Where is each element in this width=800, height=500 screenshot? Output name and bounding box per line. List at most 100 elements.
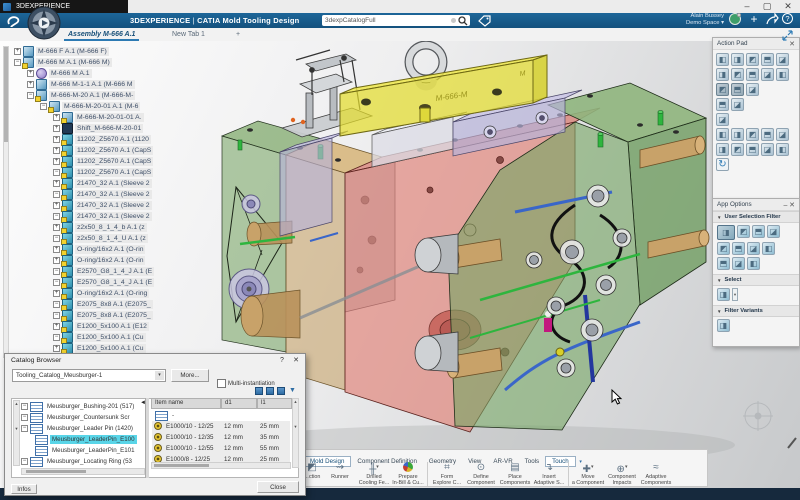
table-up-row[interactable]: - bbox=[155, 410, 176, 421]
table-cell[interactable]: 12 mm bbox=[221, 443, 257, 454]
chevron-down-icon[interactable]: ▾ bbox=[625, 464, 628, 470]
tree-expander-icon[interactable]: + bbox=[53, 158, 60, 165]
tool-icon[interactable]: ◩ bbox=[716, 83, 729, 96]
tree-item[interactable]: −z2x50_8_1_4_U A.1 (z bbox=[53, 233, 148, 244]
filter-icon[interactable]: ◪ bbox=[732, 257, 745, 270]
tree-expander-icon[interactable]: + bbox=[53, 246, 60, 253]
view-details-button[interactable] bbox=[277, 387, 285, 395]
filter-icon[interactable]: ◨ bbox=[717, 319, 730, 332]
tree-item[interactable]: +11202_Z5670 A.1 (CapS bbox=[53, 156, 153, 167]
tree-item-label[interactable]: E2075_8x8 A.1 (E2075_ bbox=[75, 311, 153, 320]
tree-expander-icon[interactable]: + bbox=[53, 125, 60, 132]
tool-icon[interactable]: ⬒ bbox=[716, 98, 729, 111]
tree-item-label[interactable]: M-666 M-1-1 A.1 (M-666 M bbox=[49, 80, 135, 89]
table-scrollbar[interactable]: ▲▼ bbox=[292, 398, 299, 468]
tree-expander-icon[interactable]: − bbox=[21, 414, 28, 421]
tree-item-label[interactable]: E2570_G8_1_4_J A.1 (E bbox=[75, 267, 154, 276]
catalog-item-label[interactable]: Meusburger_Leader Pin (1420) bbox=[45, 424, 135, 433]
filter-icon[interactable]: ▼ bbox=[289, 387, 296, 395]
tool-icon[interactable]: ⬒ bbox=[761, 128, 774, 141]
workspace-name[interactable]: Demo Space ▾ bbox=[660, 20, 724, 27]
tree-item[interactable]: +M-666 F A.1 (M-666 F) bbox=[14, 46, 109, 57]
tool-button[interactable]: ▤PlaceComponents bbox=[498, 461, 532, 486]
tree-item-label[interactable]: 21470_32 A.1 (Sleeve 2 bbox=[75, 190, 152, 199]
tree-item-label[interactable]: 21470_32 A.1 (Sleeve 2 bbox=[75, 201, 152, 210]
tool-icon[interactable]: ⬒ bbox=[731, 83, 744, 96]
tree-expander-icon[interactable]: − bbox=[53, 279, 60, 286]
tree-item[interactable]: +z2x50_8_1_4_b A.1 (z bbox=[53, 222, 147, 233]
tree-item[interactable]: − E2075_8x8 A.1 (E2075_ bbox=[53, 299, 153, 310]
tree-item-label[interactable]: 11202_Z5670 A.1 (CapS bbox=[75, 168, 153, 177]
tree-item-label[interactable]: M-666 M A.1 (M-666 M) bbox=[36, 58, 112, 67]
filter-icon[interactable]: ⬒ bbox=[732, 242, 745, 255]
tool-button[interactable]: ⌗FormExplore C... bbox=[430, 461, 464, 486]
tab-document-1[interactable]: New Tab 1 bbox=[166, 28, 211, 41]
dialog-close-button[interactable]: ✕ bbox=[291, 356, 301, 366]
tree-item[interactable]: +11202_Z5670 A.1 (CapS bbox=[53, 145, 153, 156]
tree-item[interactable]: − E2570_G8_1_4_J A.1 (E bbox=[53, 266, 154, 277]
search-icon[interactable] bbox=[458, 16, 468, 26]
tool-icon[interactable]: ◪ bbox=[761, 143, 774, 156]
tree-item[interactable]: − 11202_Z5670 A.1 (CapS bbox=[53, 167, 153, 178]
add-content-button[interactable]: + bbox=[747, 12, 761, 26]
catalog-item-label[interactable]: Meusburger_Bushing-201 (517) bbox=[45, 402, 136, 411]
more-button[interactable]: More... bbox=[171, 369, 209, 382]
tree-item-label[interactable]: E1200_5x100 A.1 (Cu bbox=[75, 344, 146, 353]
tool-icon[interactable]: ◨ bbox=[716, 68, 729, 81]
catalog-tree-item[interactable]: −Meusburger_Countersunk Scr bbox=[21, 412, 132, 423]
tree-item[interactable]: +21470_32 A.1 (Sleeve 2 bbox=[53, 178, 152, 189]
3d-compass-icon[interactable] bbox=[26, 5, 62, 41]
tree-expander-icon[interactable]: − bbox=[53, 169, 60, 176]
tree-item[interactable]: +O-ring/16x2 A.1 (O-rin bbox=[53, 255, 145, 266]
update-icon[interactable]: ↻ bbox=[716, 158, 729, 171]
catalog-chapter-select[interactable]: Tooling_Catalog_Meusburger-1▾ bbox=[12, 369, 166, 382]
table-cell[interactable]: 55 mm bbox=[257, 443, 292, 454]
tree-item[interactable]: +21470_32 A.1 (Sleeve 2 bbox=[53, 200, 152, 211]
table-cell[interactable]: 25 mm bbox=[257, 421, 292, 432]
catalog-tree-item[interactable]: −Meusburger_Bushing-201 (517) bbox=[21, 401, 136, 412]
tree-item[interactable]: −E2570_G8_1_4_J A.1 (E bbox=[53, 277, 154, 288]
tree-expander-icon[interactable]: + bbox=[53, 345, 60, 352]
tree-hscrollbar[interactable] bbox=[21, 468, 145, 475]
tree-expander-icon[interactable]: − bbox=[27, 92, 34, 99]
column-header[interactable]: d1 bbox=[221, 398, 257, 409]
infos-button[interactable]: Infos bbox=[11, 484, 37, 494]
tree-item-label[interactable]: Shift_M-666-M-20-01 bbox=[75, 124, 143, 133]
catalog-tree-item[interactable]: Meusburger_LeaderPin_E101 bbox=[35, 445, 137, 456]
help-button[interactable]: ? bbox=[782, 13, 793, 24]
tool-button[interactable]: ↴InsertAdaptive S... bbox=[532, 461, 566, 486]
tag-icon[interactable] bbox=[477, 14, 492, 27]
tree-expander-icon[interactable]: − bbox=[53, 301, 60, 308]
tool-icon[interactable]: ◩ bbox=[746, 128, 759, 141]
section-header[interactable]: ▼User Selection Filter bbox=[713, 211, 799, 223]
catalog-tree-item[interactable]: −Meusburger_Leader Pin (1420) bbox=[21, 423, 135, 434]
tree-item-label[interactable]: 21470_32 A.1 (Sleeve 2 bbox=[75, 212, 152, 221]
tree-item-label[interactable]: E1200_5x100 A.1 (E12 bbox=[75, 322, 149, 331]
tree-expander-icon[interactable]: + bbox=[53, 180, 60, 187]
tree-expander-icon[interactable]: + bbox=[27, 81, 34, 88]
filter-icon[interactable]: ◧ bbox=[747, 257, 760, 270]
tree-item[interactable]: + M-666 M-1-1 A.1 (M-666 M bbox=[27, 79, 135, 90]
tree-item-label[interactable]: M-666-M-20-01 A.1 (M-6 bbox=[62, 102, 140, 111]
tree-item[interactable]: −M-666-M-20 A.1 (M-666-M- bbox=[27, 90, 135, 101]
catalog-item-label[interactable]: Meusburger_Locating Ring (53 bbox=[45, 457, 134, 466]
tree-item-label[interactable]: E2075_8x8 A.1 (E2075_ bbox=[75, 300, 153, 309]
tree-expander-icon[interactable]: − bbox=[53, 268, 60, 275]
table-cell[interactable]: E1000/10 - 12/25 bbox=[163, 421, 221, 432]
tool-button[interactable]: ≈AdaptiveComponents bbox=[639, 461, 673, 486]
tool-icon[interactable]: ◪ bbox=[746, 83, 759, 96]
column-header[interactable]: l1 bbox=[257, 398, 292, 409]
filter-icon[interactable]: ◪ bbox=[767, 225, 780, 238]
tool-icon[interactable]: ◪ bbox=[761, 68, 774, 81]
tree-expander-icon[interactable]: − bbox=[21, 458, 28, 465]
tree-item[interactable]: +M-666 M A.1 bbox=[27, 68, 92, 79]
tree-expander-icon[interactable]: + bbox=[53, 147, 60, 154]
tool-icon[interactable]: ◧ bbox=[716, 53, 729, 66]
tree-item-label[interactable]: 11202_Z5670 A.1 (CapS bbox=[75, 157, 153, 166]
tree-expander-icon[interactable]: − bbox=[53, 235, 60, 242]
tree-item[interactable]: + Shift_M-666-M-20-01 bbox=[53, 123, 143, 134]
tree-item-label[interactable]: 11202_Z5670 A.1 (CapS bbox=[75, 146, 153, 155]
minimize-button[interactable]: – bbox=[740, 1, 754, 12]
tree-expander-icon[interactable]: + bbox=[53, 114, 60, 121]
tree-item-label[interactable]: O-ring/16x2 A.1 (O-rin bbox=[75, 256, 145, 265]
